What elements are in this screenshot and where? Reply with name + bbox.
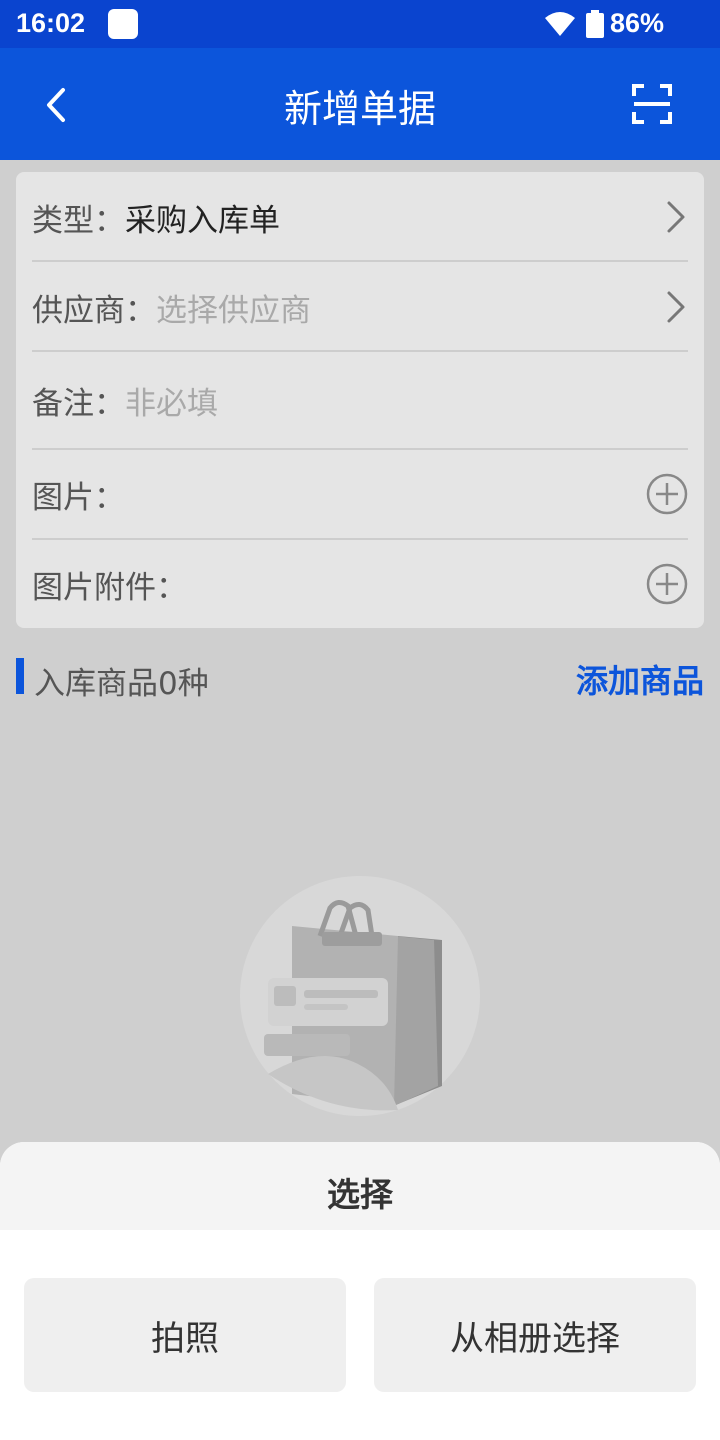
section-accent-bar	[16, 658, 24, 694]
add-image-icon[interactable]	[646, 473, 688, 515]
battery-percentage: 86%	[610, 8, 665, 38]
scan-icon	[632, 84, 672, 124]
remark-placeholder: 非必填	[125, 385, 218, 422]
add-goods-button[interactable]: 添加商品	[576, 656, 704, 702]
images-label: 图片：	[32, 479, 125, 516]
chevron-right-icon	[667, 291, 685, 323]
status-time: 16:02	[16, 8, 86, 38]
form-card: 类型： 采购入库单 供应商： 选择供应商 备注： 非必填 图片： 图片附件：	[16, 172, 704, 628]
bottom-sheet: 选择 拍照 从相册选择	[0, 1142, 720, 1440]
take-photo-button[interactable]: 拍照	[24, 1278, 346, 1392]
remark-field[interactable]: 备注： 非必填	[32, 352, 688, 448]
sheet-header: 选择	[0, 1142, 720, 1230]
attachments-row: 图片附件：	[32, 540, 688, 628]
supplier-label: 供应商：	[32, 292, 156, 329]
type-value: 采购入库单	[125, 202, 280, 239]
type-row[interactable]: 类型： 采购入库单	[32, 172, 688, 262]
scan-button[interactable]	[622, 74, 682, 134]
attachments-label: 图片附件：	[32, 569, 187, 606]
empty-state-illustration	[240, 876, 480, 1116]
goods-count-title: 入库商品0种	[34, 666, 209, 702]
status-bar: 16:02 86%	[0, 0, 720, 48]
remark-label: 备注：	[32, 385, 125, 422]
images-row: 图片：	[32, 450, 688, 538]
supplier-placeholder: 选择供应商	[156, 292, 311, 329]
choose-from-album-button[interactable]: 从相册选择	[374, 1278, 696, 1392]
battery-icon	[586, 10, 604, 38]
sheet-title: 选择	[327, 1175, 393, 1214]
app-bar: 新增单据	[0, 48, 720, 160]
page-title: 新增单据	[283, 87, 436, 131]
chevron-right-icon	[667, 201, 685, 233]
add-attachment-icon[interactable]	[646, 563, 688, 605]
type-label: 类型：	[32, 202, 125, 239]
supplier-row[interactable]: 供应商： 选择供应商	[32, 262, 688, 352]
wifi-icon	[545, 12, 575, 36]
notification-app-icon	[108, 9, 138, 39]
